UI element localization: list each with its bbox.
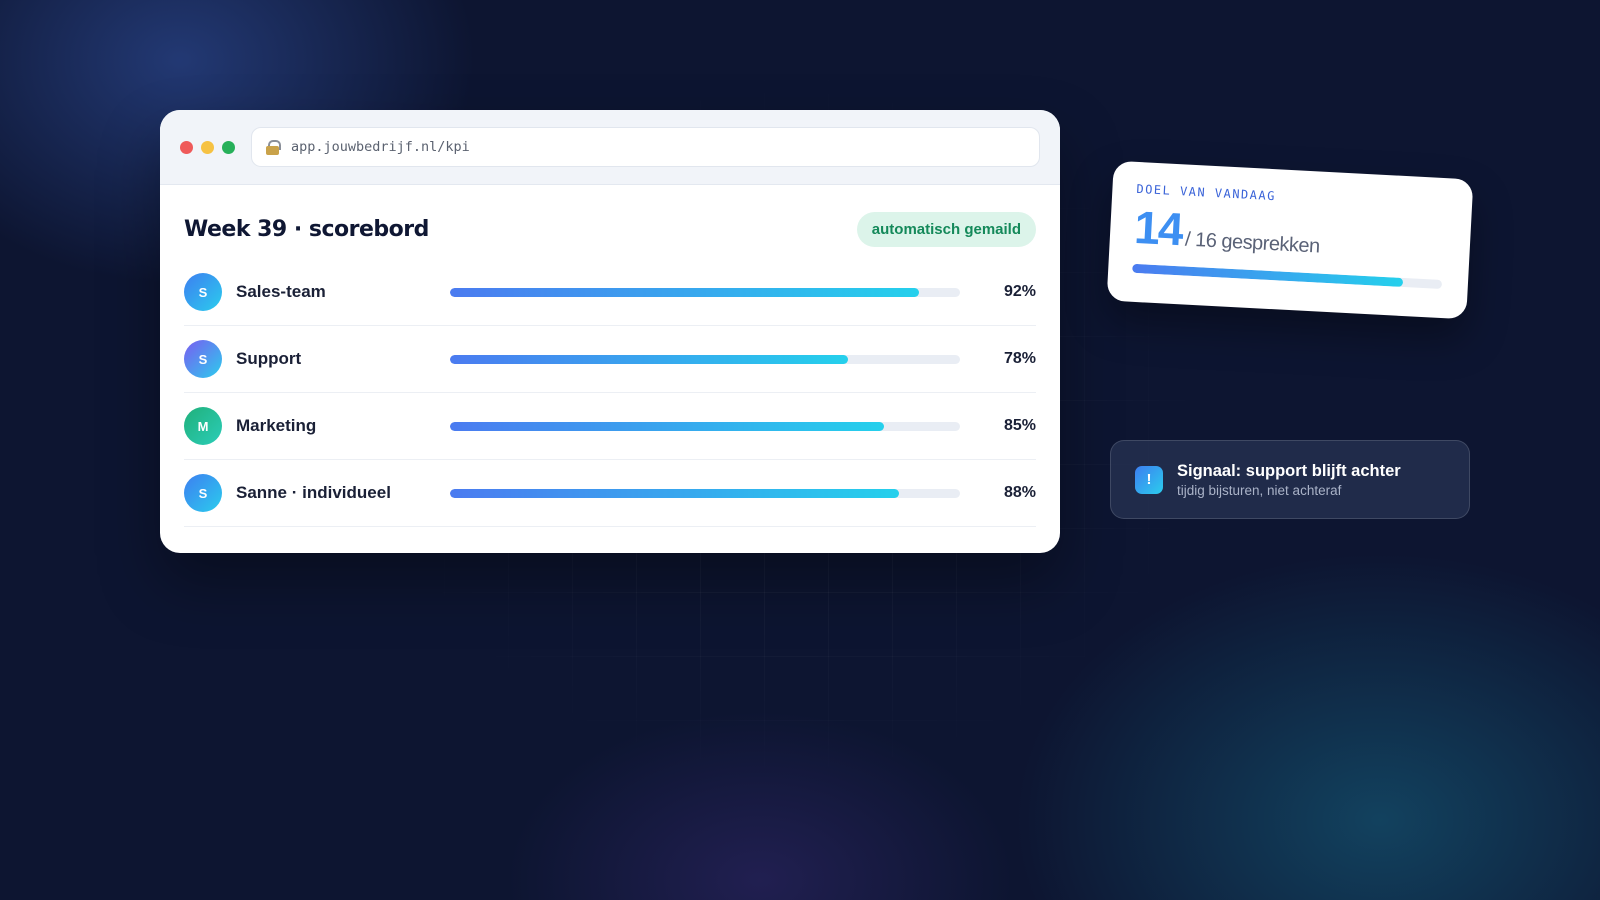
scoreboard-row[interactable]: S Sanne · individueel 88% [184,460,1036,527]
scoreboard-row[interactable]: S Support 78% [184,326,1036,393]
row-label: Sanne · individueel [236,483,391,502]
row-percentage: 88% [1003,484,1036,501]
row-label: Marketing [236,416,317,435]
row-label: Support [236,349,302,368]
daily-goal-card: DOEL VAN VANDAAG 14 / 16 gesprekken [1106,160,1474,320]
browser-toolbar: app.jouwbedrijf.nl/kpi [160,110,1060,185]
address-bar[interactable]: app.jouwbedrijf.nl/kpi [251,127,1040,167]
browser-window: app.jouwbedrijf.nl/kpi Week 39 · scorebo… [160,110,1060,553]
goal-value: 14 / 16 gesprekken [1133,200,1447,266]
alert-icon: ! [1135,465,1163,494]
progress-track [450,421,960,431]
progress-track [450,354,960,364]
avatar: S [184,474,222,512]
goal-target-text: / 16 gesprekken [1184,228,1321,258]
signal-title: Signaal: support blijft achter [1177,461,1401,480]
page-title: Week 39 · scorebord [184,216,429,242]
signal-text: Signaal: support blijft achter tijdig bi… [1177,462,1401,498]
progress-fill [450,287,920,297]
scoreboard-panel: Week 39 · scorebord automatisch gemaild … [160,185,1060,527]
goal-progress-fill [1132,263,1404,287]
goal-progress-track [1132,263,1443,290]
row-label: Sales-team [236,282,326,301]
scoreboard-header: Week 39 · scorebord automatisch gemaild [184,211,1036,247]
progress-fill [450,354,848,364]
goal-current-count: 14 [1133,200,1183,256]
window-close-dot[interactable] [180,140,193,154]
scoreboard-row[interactable]: M Marketing 85% [184,393,1036,460]
lock-icon [266,139,281,155]
progress-fill [450,421,884,431]
avatar: S [184,340,222,378]
row-percentage: 85% [1003,417,1036,434]
scoreboard-list: S Sales-team 92% S Support 78% M Marketi… [184,259,1036,527]
window-maximize-dot[interactable] [222,140,235,154]
row-percentage: 92% [1003,283,1036,300]
avatar: S [184,273,222,311]
avatar: M [184,407,222,445]
row-percentage: 78% [1003,350,1036,367]
scoreboard-row[interactable]: S Sales-team 92% [184,259,1036,326]
progress-track [450,287,960,297]
progress-track [450,488,960,498]
signal-subtitle: tijdig bijsturen, niet achteraf [1177,482,1342,498]
window-minimize-dot[interactable] [201,140,214,154]
url-text: app.jouwbedrijf.nl/kpi [291,139,470,155]
progress-fill [450,488,899,498]
signal-notification[interactable]: ! Signaal: support blijft achter tijdig … [1110,440,1470,519]
status-badge: automatisch gemaild [856,211,1036,247]
